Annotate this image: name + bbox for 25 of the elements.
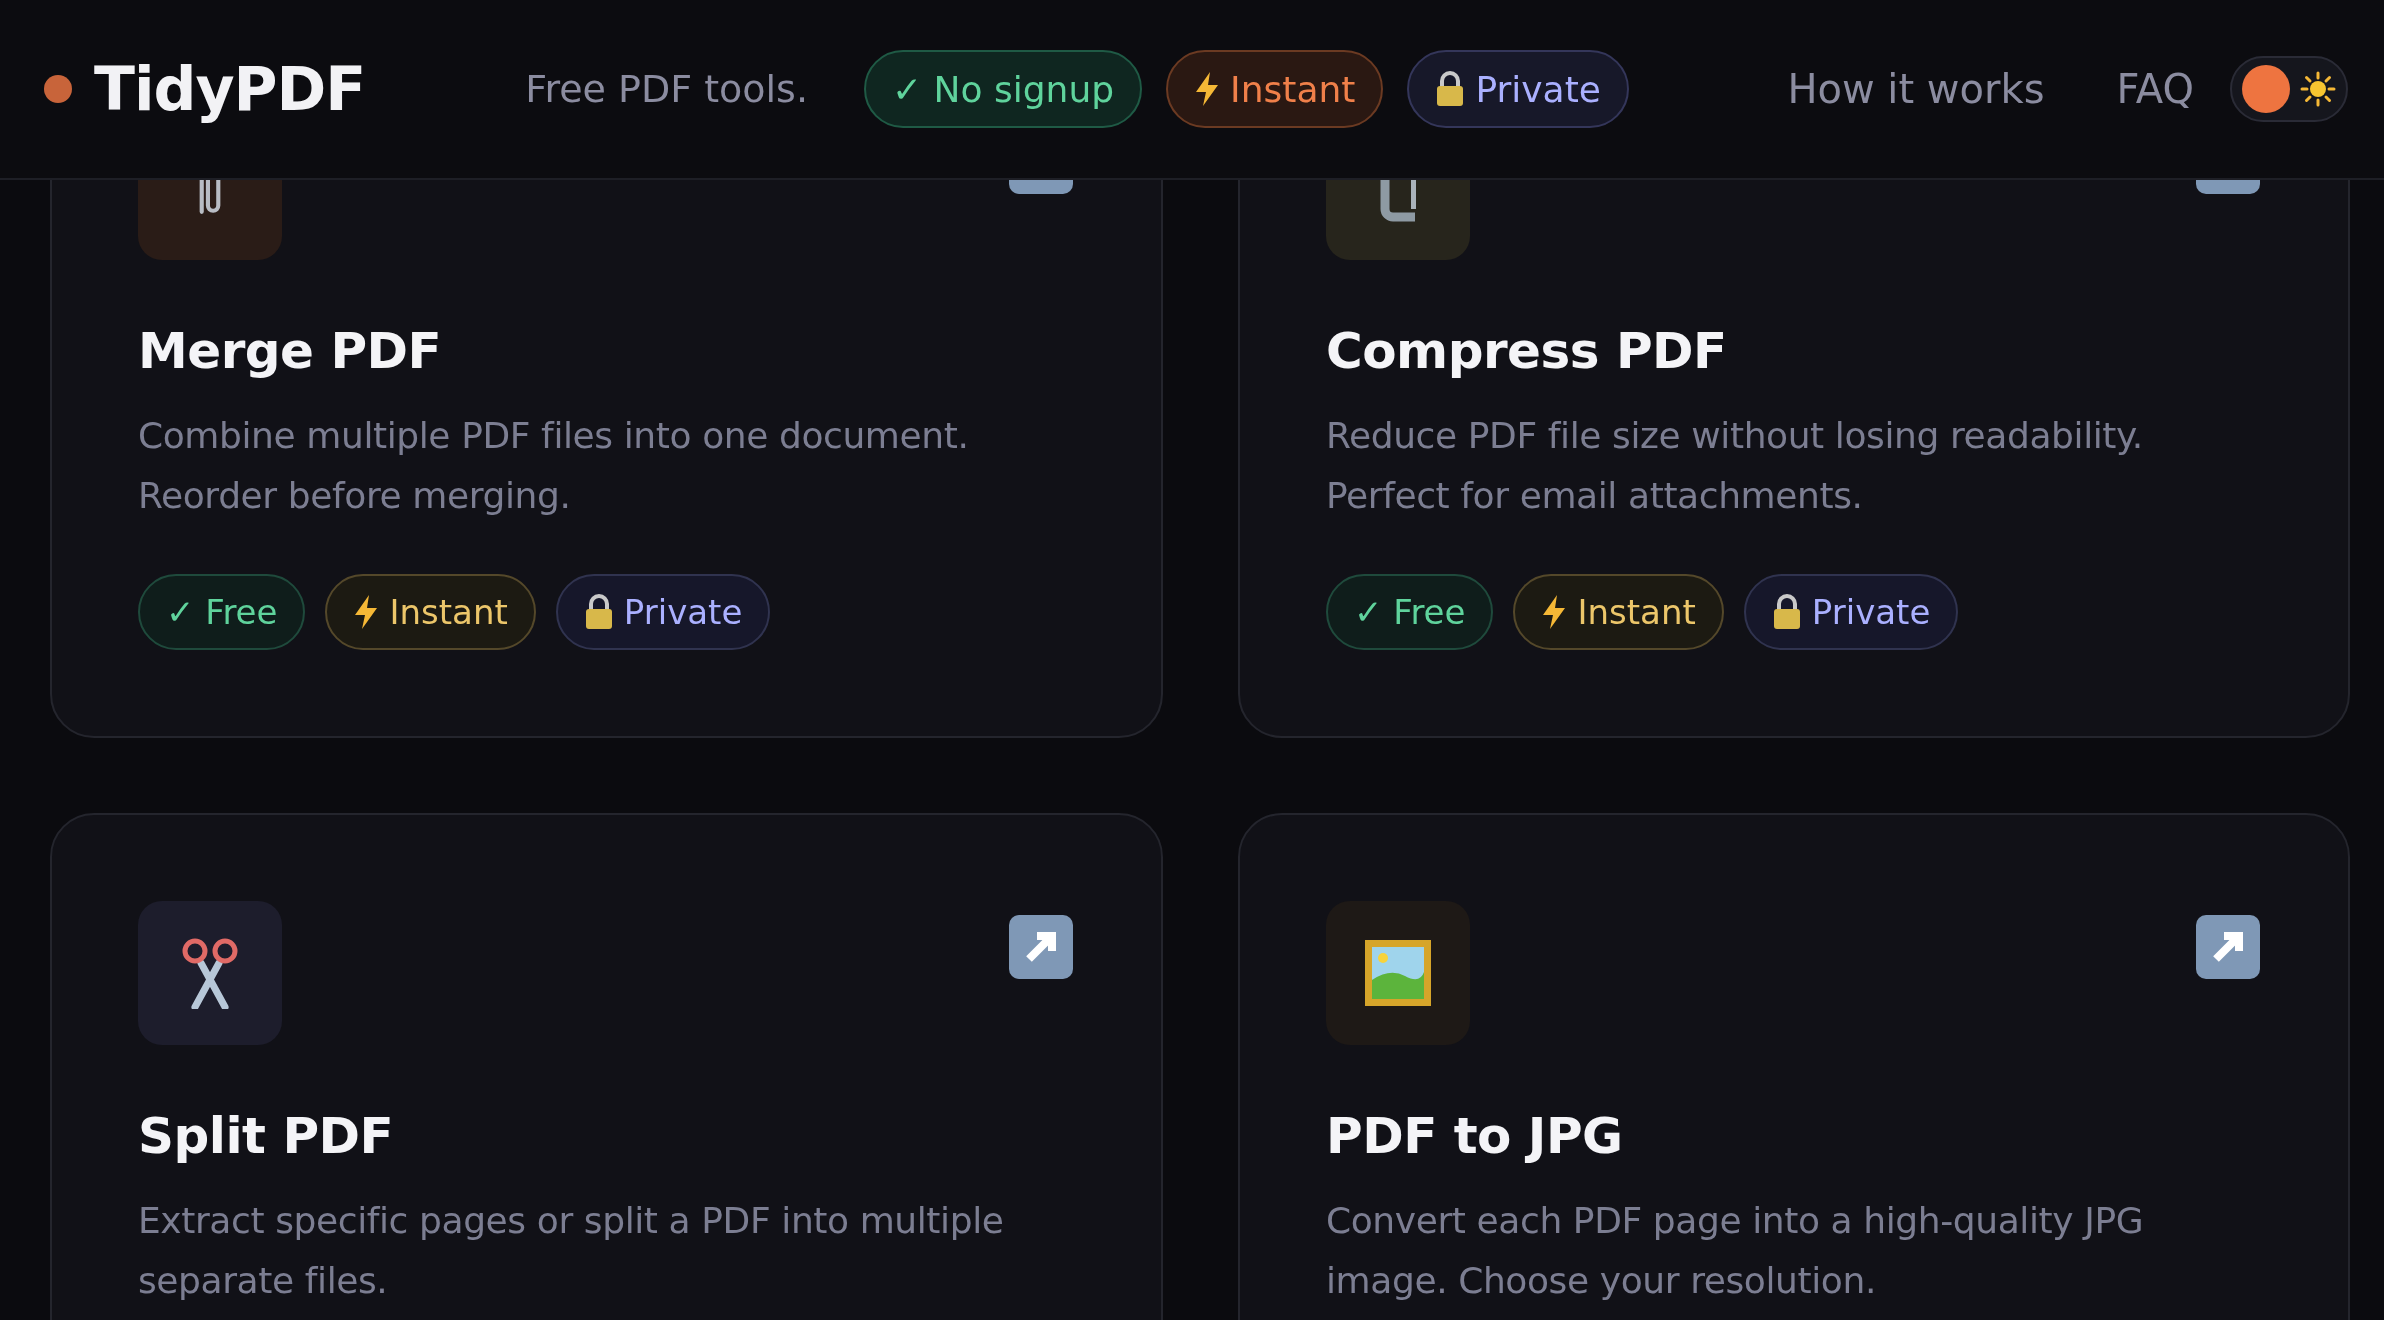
tool-title: Compress PDF (1326, 322, 1728, 380)
feature-badge: ✓ No signup (864, 50, 1143, 128)
tool-card[interactable]: Merge PDF Combine multiple PDF files into one document. Reorder before merging. ✓ Free Instant Private (50, 180, 1163, 738)
nav-link[interactable]: How it works (1787, 66, 2045, 112)
feature-badge: Private (1407, 50, 1629, 128)
tool-description: Convert each PDF page into a high-quality JPG image. Choose your resolution. (1326, 1199, 2145, 1303)
tool-description: Reduce PDF file size without losing readability. Perfect for email attachments. (1326, 414, 2144, 518)
feature-tag: ✓ Free (1326, 574, 1494, 650)
tool-title: Merge PDF (138, 322, 443, 380)
tool-card[interactable]: Compress PDF Reduce PDF file size without losing readability. Perfect for email attachments. ✓ Free Instant Private (1238, 180, 2350, 738)
tagline: Free PDF tools. (525, 67, 808, 111)
tool-card[interactable]: PDF to JPG Convert each PDF page into a high-quality JPG image. Choose your resolution. (1238, 813, 2350, 1320)
tool-title: Split PDF (138, 1107, 395, 1165)
tool-card[interactable]: Split PDF Extract specific pages or split a PDF into multiple separate files. (50, 813, 1163, 1320)
nav-link[interactable]: FAQ (2116, 66, 2194, 112)
logo[interactable]: TidyPDF (94, 54, 366, 124)
feature-tag: Instant (1513, 574, 1724, 650)
tool-description: Extract specific pages or split a PDF into multiple separate files. (138, 1199, 1005, 1303)
feature-tag: Private (555, 574, 771, 650)
tool-description: Combine multiple PDF files into one document. Reorder before merging. (138, 414, 970, 518)
feature-tag: Private (1743, 574, 1959, 650)
tool-title: PDF to JPG (1326, 1107, 1624, 1165)
feature-tag: Instant (325, 574, 536, 650)
feature-badge: Instant (1166, 50, 1384, 128)
feature-tag: ✓ Free (138, 574, 306, 650)
